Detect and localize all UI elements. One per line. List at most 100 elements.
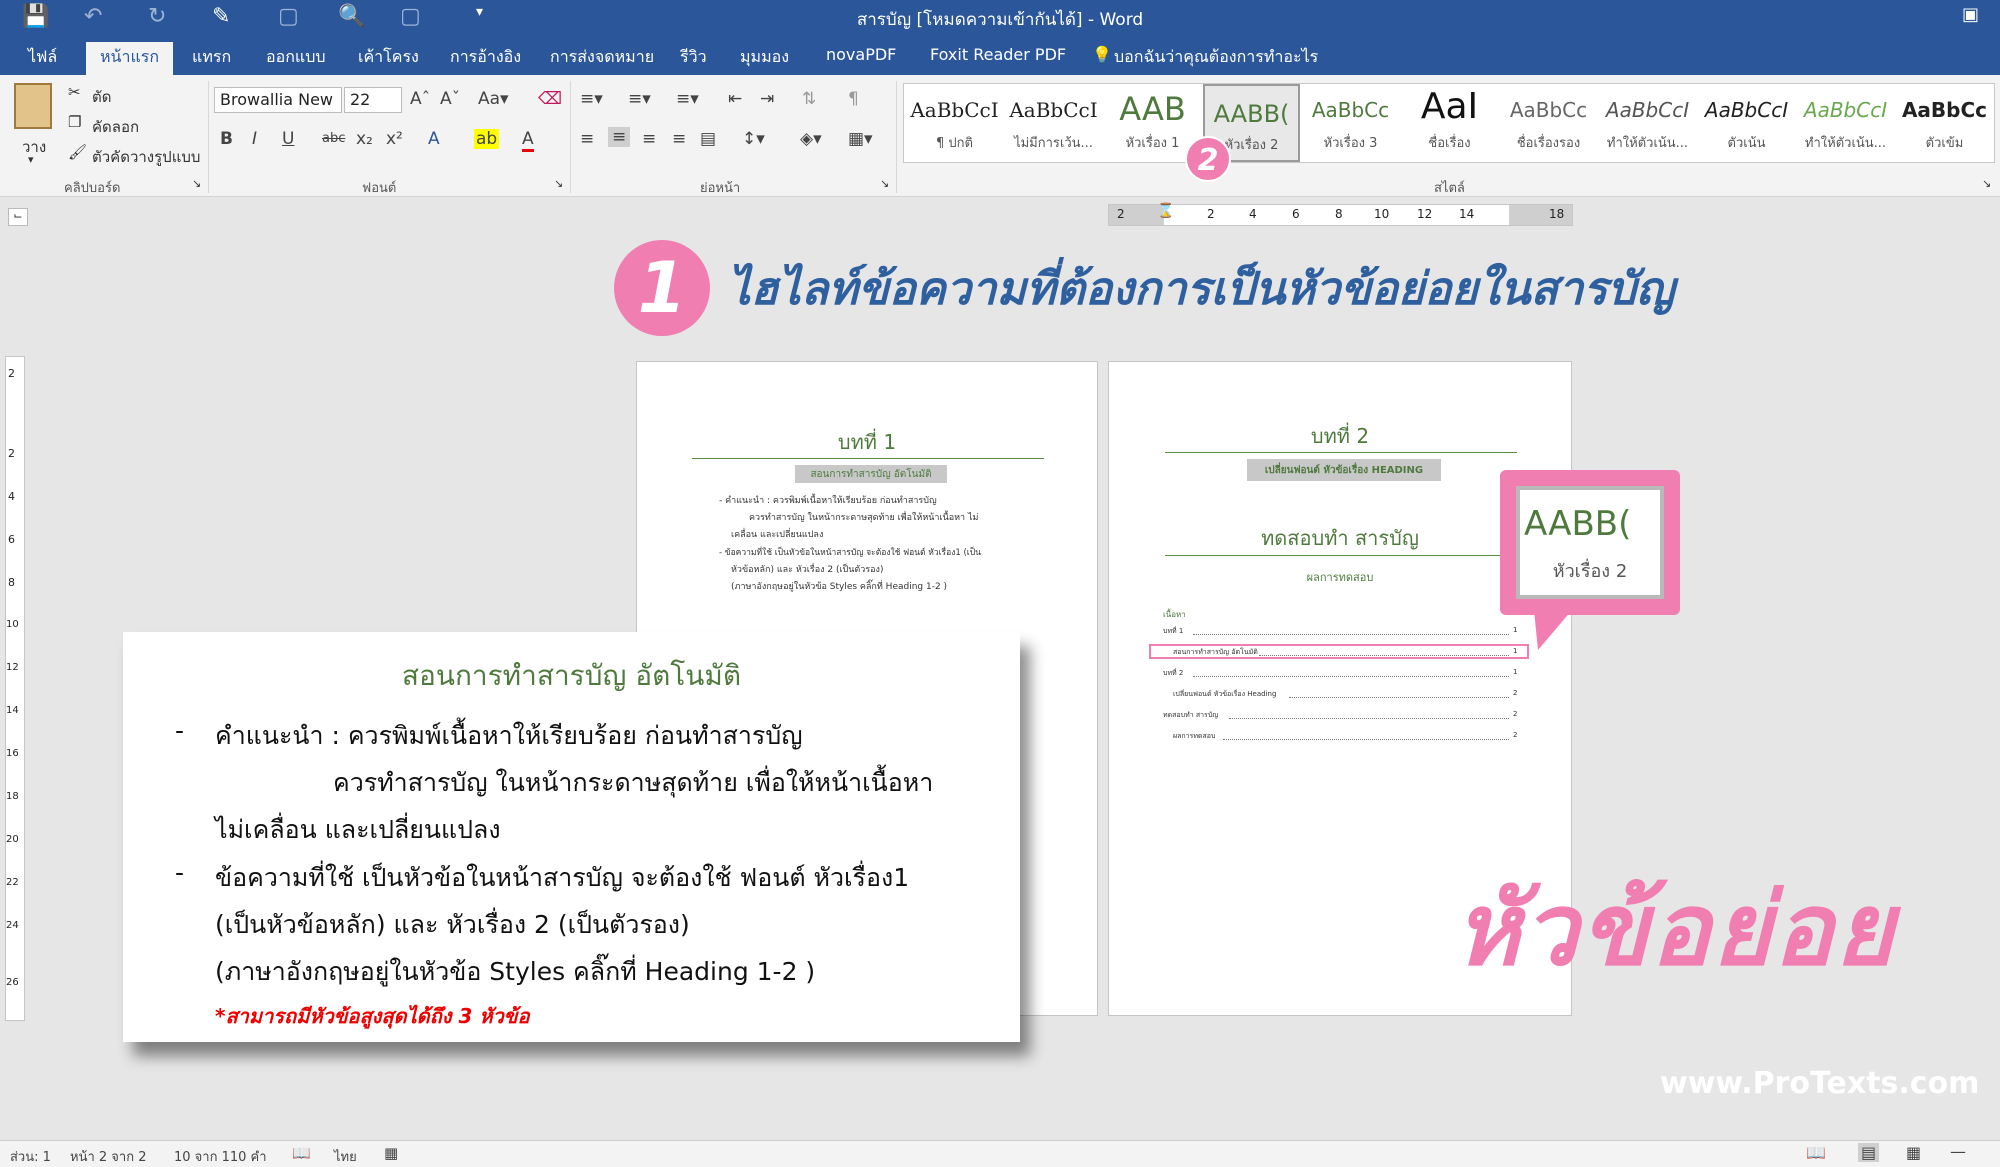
show-formatting-marks-icon[interactable]: ¶: [848, 89, 859, 109]
zoom-out-icon[interactable]: —: [1950, 1142, 1966, 1161]
ruler-mark: 6: [8, 533, 15, 546]
shrink-font-icon[interactable]: Aˇ: [440, 89, 460, 109]
copy-button[interactable]: คัดลอก: [92, 115, 139, 139]
horizontal-ruler[interactable]: 2 2 4 6 8 10 12 14 18 ⌛: [1108, 203, 1573, 226]
tab-layout[interactable]: เค้าโครง: [358, 45, 419, 70]
ruler-mark: 2: [8, 367, 15, 380]
style-strong[interactable]: AaBbCc ตัวเข้ม: [1896, 84, 1993, 162]
tab-review[interactable]: รีวิว: [680, 45, 707, 70]
format-painter-icon[interactable]: 🖌: [68, 143, 87, 161]
read-mode-icon[interactable]: 📖: [1806, 1143, 1826, 1162]
style-subtle-emphasis[interactable]: AaBbCcI ทำให้ตัวเน้น...: [1599, 84, 1696, 162]
selected-subheading[interactable]: สอนการทำสารบัญ อัตโนมัติ: [795, 465, 947, 483]
increase-indent-icon[interactable]: ⇥: [760, 89, 774, 109]
decrease-indent-icon[interactable]: ⇤: [728, 89, 742, 109]
ruler-mark: 10: [1374, 207, 1390, 221]
bullets-icon[interactable]: ≡▾: [580, 89, 603, 109]
clear-formatting-icon[interactable]: ⌫: [538, 89, 562, 109]
page-indicator[interactable]: หน้า 2 จาก 2: [70, 1146, 146, 1167]
subheading-2[interactable]: เปลี่ยนฟอนต์ หัวข้อเรื่อง HEADING: [1247, 459, 1441, 481]
indent-marker-icon[interactable]: ⌛: [1157, 203, 1174, 219]
font-color-icon[interactable]: A: [522, 129, 534, 152]
superscript-icon[interactable]: x²: [386, 129, 403, 149]
toc-leader: [1193, 676, 1509, 677]
toc-entry[interactable]: เปลี่ยนฟอนต์ หัวข้อเรื่อง Heading: [1173, 689, 1276, 700]
grow-font-icon[interactable]: Aˆ: [410, 89, 430, 109]
paste-icon[interactable]: [14, 83, 52, 129]
ribbon-display-options-icon[interactable]: ▣: [1962, 4, 1979, 25]
print-layout-icon[interactable]: ▤: [1858, 1143, 1880, 1162]
macro-record-icon[interactable]: ▦: [384, 1144, 398, 1162]
copy-icon[interactable]: ❐: [68, 113, 81, 131]
tab-file[interactable]: ไฟล์: [28, 45, 57, 70]
proofing-icon[interactable]: 📖: [292, 1144, 311, 1162]
styles-launcher-icon[interactable]: ↘: [1982, 177, 1991, 190]
toc-entry[interactable]: ทดสอบทำ สารบัญ: [1163, 710, 1218, 721]
bold-icon[interactable]: B: [220, 129, 233, 149]
tab-mailings[interactable]: การส่งจดหมาย: [550, 45, 654, 70]
ruler-mark: 8: [1335, 207, 1343, 221]
tab-selector-icon[interactable]: ⌙: [8, 208, 28, 226]
style-emphasis[interactable]: AaBbCcI ตัวเน้น: [1698, 84, 1795, 162]
paragraph-launcher-icon[interactable]: ↘: [880, 177, 889, 190]
borders-icon[interactable]: ▦▾: [848, 129, 873, 149]
paste-dropdown-icon[interactable]: ▾: [28, 153, 34, 166]
zoom-style-preview: AABB(: [1524, 504, 1632, 544]
format-painter-button[interactable]: ตัวคัดวางรูปแบบ: [92, 145, 200, 169]
style-title[interactable]: AaI ชื่อเรื่อง: [1401, 84, 1498, 162]
align-center-icon[interactable]: ≡: [608, 127, 631, 147]
sort-icon[interactable]: ⇅: [802, 89, 816, 109]
multilevel-list-icon[interactable]: ≡▾: [676, 89, 699, 109]
step-1-marker: 1: [614, 240, 710, 336]
strikethrough-icon[interactable]: abc: [322, 131, 345, 146]
text-effects-icon[interactable]: A: [428, 129, 440, 149]
ruler-mark: 24: [6, 920, 19, 931]
font-size-input[interactable]: 22: [344, 87, 402, 113]
style-subtitle[interactable]: AaBbCc ชื่อเรื่องรอง: [1500, 84, 1597, 162]
tab-foxit-reader-pdf[interactable]: Foxit Reader PDF: [930, 45, 1066, 64]
align-right-icon[interactable]: ≡: [642, 129, 656, 149]
style-heading-3[interactable]: AaBbCc หัวเรื่อง 3: [1302, 84, 1399, 162]
tab-design[interactable]: ออกแบบ: [266, 45, 326, 70]
toc-page-number: 1: [1513, 647, 1518, 655]
web-layout-icon[interactable]: ▦: [1906, 1143, 1921, 1162]
numbering-icon[interactable]: ≡▾: [628, 89, 651, 109]
toc-leader: [1259, 655, 1509, 656]
toc-entry[interactable]: ผลการทดสอบ: [1173, 731, 1215, 742]
toc-entry[interactable]: บทที่ 2: [1163, 668, 1183, 679]
tab-view[interactable]: มุมมอง: [740, 45, 789, 70]
tab-novapdf[interactable]: novaPDF: [826, 45, 896, 64]
clipboard-launcher-icon[interactable]: ↘: [192, 177, 201, 190]
cut-icon[interactable]: ✂: [68, 83, 81, 101]
style-intense-emphasis[interactable]: AaBbCcI ทำให้ตัวเน้น...: [1797, 84, 1894, 162]
word-count[interactable]: 10 จาก 110 คำ: [174, 1146, 267, 1167]
line-spacing-icon[interactable]: ↕▾: [742, 129, 765, 149]
language-indicator[interactable]: ไทย: [334, 1146, 357, 1167]
change-case-icon[interactable]: Aa▾: [478, 89, 509, 109]
tell-me-search[interactable]: บอกฉันว่าคุณต้องการทำอะไร: [1114, 45, 1318, 70]
font-launcher-icon[interactable]: ↘: [554, 177, 563, 190]
subscript-icon[interactable]: x₂: [356, 129, 373, 149]
tab-references[interactable]: การอ้างอิง: [450, 45, 521, 70]
italic-icon[interactable]: I: [252, 129, 257, 149]
highlight-color-icon[interactable]: ab: [474, 129, 500, 149]
toc-page-number: 2: [1513, 710, 1518, 718]
align-left-icon[interactable]: ≡: [580, 129, 594, 149]
callout-pointer: [1534, 610, 1572, 650]
font-name-input[interactable]: Browallia New: [214, 87, 342, 113]
distributed-icon[interactable]: ▤: [700, 129, 716, 149]
underline-icon[interactable]: U: [282, 129, 294, 149]
shading-icon[interactable]: ◈▾: [800, 129, 822, 149]
vertical-ruler[interactable]: 2 2 4 6 8 10 12 14 16 18 20 22 24 26: [5, 356, 25, 1021]
style-normal[interactable]: AaBbCcI ¶ ปกติ: [906, 84, 1003, 162]
toc-entry[interactable]: บทที่ 1: [1163, 626, 1183, 637]
justify-icon[interactable]: ≡: [672, 129, 686, 149]
tab-home[interactable]: หน้าแรก: [86, 42, 174, 75]
ruler-mark: 2: [8, 447, 15, 460]
toc-entry[interactable]: สอนการทำสารบัญ อัตโนมัติ: [1173, 647, 1258, 658]
paste-button[interactable]: วาง: [22, 135, 46, 159]
style-no-spacing[interactable]: AaBbCcI ไม่มีการเว้น...: [1005, 84, 1102, 162]
tab-insert[interactable]: แทรก: [192, 45, 231, 70]
section-indicator[interactable]: ส่วน: 1: [10, 1146, 51, 1167]
cut-button[interactable]: ตัด: [92, 85, 111, 109]
